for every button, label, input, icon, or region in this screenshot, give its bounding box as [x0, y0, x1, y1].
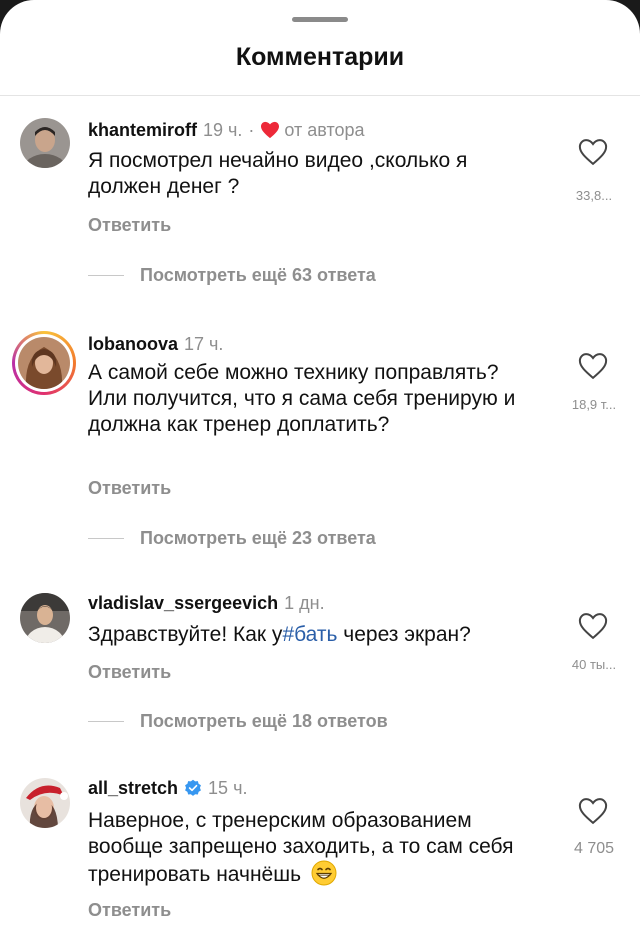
sheet-grabber[interactable] — [292, 17, 348, 22]
divider-line — [88, 538, 124, 539]
view-more-replies-button[interactable]: Посмотреть ещё 18 ответов — [88, 711, 388, 732]
view-more-replies-label: Посмотреть ещё 18 ответов — [140, 711, 388, 731]
comment-meta: lobanoova 17 ч. — [88, 333, 223, 355]
avatar[interactable] — [20, 778, 70, 828]
view-more-replies-label: Посмотреть ещё 63 ответа — [140, 265, 376, 285]
hashtag-link[interactable]: #бать — [282, 623, 337, 646]
like-count: 40 ты... — [571, 657, 617, 672]
comment-text-part: Здравствуйте! Как у — [88, 623, 283, 646]
comment-meta: vladislav_ssergeevich 1 дн. — [88, 592, 325, 614]
avatar[interactable] — [20, 118, 70, 168]
username[interactable]: vladislav_ssergeevich — [88, 592, 278, 614]
timestamp: 15 ч. — [208, 778, 248, 798]
avatar[interactable] — [20, 593, 70, 643]
sheet-title: Комментарии — [235, 43, 405, 71]
username[interactable]: all_stretch — [88, 777, 178, 799]
avatar — [18, 337, 70, 389]
comment-meta: all_stretch 15 ч. — [88, 777, 247, 799]
story-ring-avatar[interactable] — [12, 331, 76, 395]
timestamp: 19 ч. — [203, 120, 243, 140]
like-count: 33,8... — [575, 188, 613, 203]
comment-text: Здравствуйте! Как у#бать через экран? — [88, 622, 538, 648]
comment-text: Наверное, с тренерским образованием вооб… — [88, 808, 538, 888]
timestamp: 1 дн. — [284, 593, 325, 613]
author-liked-heart-icon — [260, 121, 280, 139]
like-count: 18,9 т... — [571, 397, 617, 412]
username[interactable]: lobanoova — [88, 333, 178, 355]
like-heart-icon[interactable] — [578, 612, 610, 642]
divider-line — [88, 275, 124, 276]
timestamp: 17 ч. — [184, 334, 224, 354]
like-heart-icon[interactable] — [578, 352, 610, 382]
grinning-face-emoji-icon — [311, 860, 337, 886]
reply-button[interactable]: Ответить — [88, 662, 171, 683]
reply-button[interactable]: Ответить — [88, 215, 171, 236]
divider-line — [88, 721, 124, 722]
reply-button[interactable]: Ответить — [88, 900, 171, 921]
comments-sheet: Комментарии khantemiroff 19 ч. · от авто… — [0, 0, 640, 950]
comment-meta: khantemiroff 19 ч. · от автора — [88, 119, 365, 141]
view-more-replies-label: Посмотреть ещё 23 ответа — [140, 528, 376, 548]
comment-text: Я посмотрел нечайно видео ,сколько я дол… — [88, 149, 468, 198]
view-more-replies-button[interactable]: Посмотреть ещё 23 ответа — [88, 528, 376, 549]
like-heart-icon[interactable] — [578, 138, 610, 168]
author-badge: от автора — [284, 120, 365, 140]
separator: · — [248, 120, 255, 140]
comment-text-part: Наверное, с тренерским образованием вооб… — [88, 809, 514, 886]
like-heart-icon[interactable] — [578, 797, 610, 827]
comment-text: А самой себе можно технику поправлять? И… — [88, 361, 516, 436]
like-count: 4 705 — [573, 840, 615, 857]
username[interactable]: khantemiroff — [88, 119, 197, 141]
view-more-replies-button[interactable]: Посмотреть ещё 63 ответа — [88, 265, 376, 286]
verified-badge-icon — [184, 779, 202, 797]
comment-text-part: через экран? — [337, 623, 471, 646]
header-divider — [0, 95, 640, 96]
reply-button[interactable]: Ответить — [88, 478, 171, 499]
